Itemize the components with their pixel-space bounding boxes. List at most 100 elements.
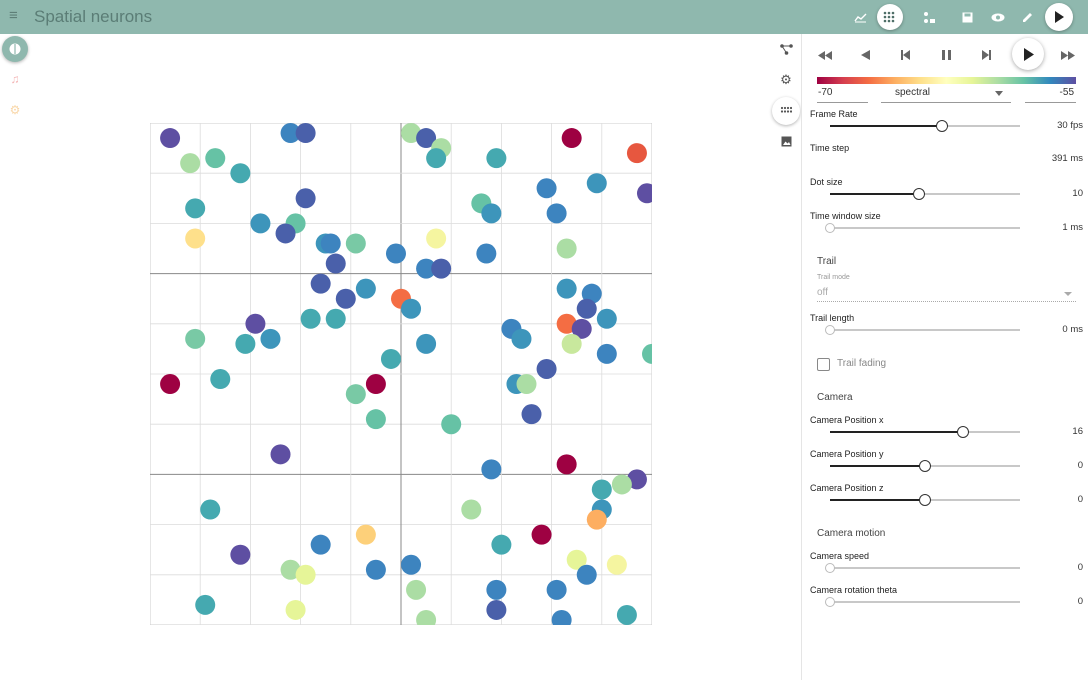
neuron-dot[interactable]: [235, 333, 256, 354]
neuron-dot[interactable]: [486, 599, 507, 620]
neuron-dot[interactable]: [295, 123, 316, 144]
neuron-dot[interactable]: [561, 333, 582, 354]
settings-icon[interactable]: ⚙: [8, 103, 22, 117]
grid-dots-icon[interactable]: [772, 97, 800, 125]
neuron-dot[interactable]: [481, 459, 502, 480]
fast-rewind-button[interactable]: [814, 44, 836, 66]
skip-previous-button[interactable]: [894, 44, 916, 66]
neuron-dot[interactable]: [365, 374, 386, 395]
neuron-dot[interactable]: [380, 348, 401, 369]
trail-length-slider[interactable]: [825, 325, 1020, 335]
chart-icon[interactable]: [849, 6, 871, 28]
slider-knob[interactable]: [919, 460, 931, 472]
slider-knob[interactable]: [957, 426, 969, 438]
neuron-dot[interactable]: [250, 213, 271, 234]
gear-icon[interactable]: ⚙: [777, 71, 795, 89]
neuron-dot[interactable]: [160, 374, 181, 395]
neuron-dot[interactable]: [185, 228, 206, 249]
neuron-dot[interactable]: [491, 534, 512, 555]
dot-size-slider[interactable]: [830, 188, 1020, 200]
neuron-dot[interactable]: [611, 474, 632, 495]
neuron-dot[interactable]: [516, 374, 537, 395]
neuron-dot[interactable]: [576, 564, 597, 585]
neuron-dot[interactable]: [355, 278, 376, 299]
neuron-dot[interactable]: [335, 288, 356, 309]
camera-z-slider[interactable]: [830, 494, 1020, 506]
neuron-dot[interactable]: [596, 308, 617, 329]
neuron-dot[interactable]: [205, 148, 226, 169]
slider-knob[interactable]: [825, 563, 835, 573]
neuron-dot[interactable]: [536, 358, 557, 379]
neuron-dot[interactable]: [481, 203, 502, 224]
neuron-dot[interactable]: [325, 308, 346, 329]
neuron-dot[interactable]: [401, 554, 422, 575]
camera-x-slider[interactable]: [830, 426, 1020, 438]
music-icon[interactable]: ♫: [8, 72, 22, 86]
neuron-dot[interactable]: [185, 198, 206, 219]
play-button[interactable]: [1012, 38, 1044, 70]
slider-knob[interactable]: [825, 325, 835, 335]
neuron-dot[interactable]: [486, 148, 507, 169]
trail-fading-checkbox[interactable]: [817, 358, 830, 371]
save-icon[interactable]: [956, 6, 978, 28]
slider-knob[interactable]: [919, 494, 931, 506]
neuron-dot[interactable]: [200, 499, 221, 520]
neuron-dot[interactable]: [406, 579, 427, 600]
neuron-dot[interactable]: [270, 444, 291, 465]
neuron-dot[interactable]: [576, 298, 597, 319]
camera-y-slider[interactable]: [830, 460, 1020, 472]
neuron-dot[interactable]: [260, 328, 281, 349]
neuron-dot[interactable]: [245, 313, 266, 334]
grid-dots-icon[interactable]: [877, 4, 903, 30]
neuron-dot[interactable]: [401, 298, 422, 319]
neuron-dot[interactable]: [586, 509, 607, 530]
neuron-dot[interactable]: [546, 203, 567, 224]
image-icon[interactable]: [777, 132, 795, 150]
slider-knob[interactable]: [825, 223, 835, 233]
neuron-dot[interactable]: [320, 233, 341, 254]
eye-icon[interactable]: [987, 6, 1009, 28]
neuron-dot[interactable]: [511, 328, 532, 349]
model-icon[interactable]: [918, 6, 940, 28]
neuron-dot[interactable]: [596, 343, 617, 364]
neuron-dot[interactable]: [195, 594, 216, 615]
neuron-dot[interactable]: [426, 228, 447, 249]
neuron-dot[interactable]: [521, 404, 542, 425]
brain-icon[interactable]: [2, 36, 28, 62]
neuron-dot[interactable]: [416, 333, 437, 354]
neuron-dot[interactable]: [586, 173, 607, 194]
neuron-dot[interactable]: [431, 258, 452, 279]
menu-icon[interactable]: ≡: [9, 8, 23, 23]
neuron-dot[interactable]: [310, 273, 331, 294]
neuron-dot[interactable]: [285, 599, 306, 620]
colorbar-max[interactable]: -55: [1060, 87, 1074, 98]
time-window-slider[interactable]: [825, 223, 1020, 233]
skip-next-button[interactable]: [975, 44, 997, 66]
neuron-dot[interactable]: [300, 308, 321, 329]
neuron-dot[interactable]: [556, 278, 577, 299]
neuron-dot[interactable]: [345, 384, 366, 405]
run-button[interactable]: [1045, 3, 1073, 31]
neuron-dot[interactable]: [385, 243, 406, 264]
neuron-dot[interactable]: [180, 153, 201, 174]
neuron-dot[interactable]: [210, 369, 231, 390]
neuron-dot[interactable]: [486, 579, 507, 600]
neuron-dot[interactable]: [441, 414, 462, 435]
edit-icon[interactable]: [1017, 6, 1039, 28]
slider-knob[interactable]: [936, 120, 949, 132]
neuron-dot[interactable]: [295, 564, 316, 585]
neuron-dot[interactable]: [185, 328, 206, 349]
step-back-button[interactable]: [854, 44, 876, 66]
fast-forward-button[interactable]: [1057, 44, 1079, 66]
neuron-dot[interactable]: [616, 604, 637, 625]
slider-knob[interactable]: [825, 597, 835, 607]
neuron-dot[interactable]: [160, 128, 181, 149]
trail-mode-select[interactable]: off: [817, 286, 1076, 302]
neuron-dot[interactable]: [355, 524, 376, 545]
pause-button[interactable]: [935, 44, 957, 66]
neuron-dot[interactable]: [230, 163, 251, 184]
neuron-scatter-plot[interactable]: [150, 123, 652, 625]
neuron-dot[interactable]: [476, 243, 497, 264]
slider-knob[interactable]: [913, 188, 926, 200]
neuron-dot[interactable]: [461, 499, 482, 520]
